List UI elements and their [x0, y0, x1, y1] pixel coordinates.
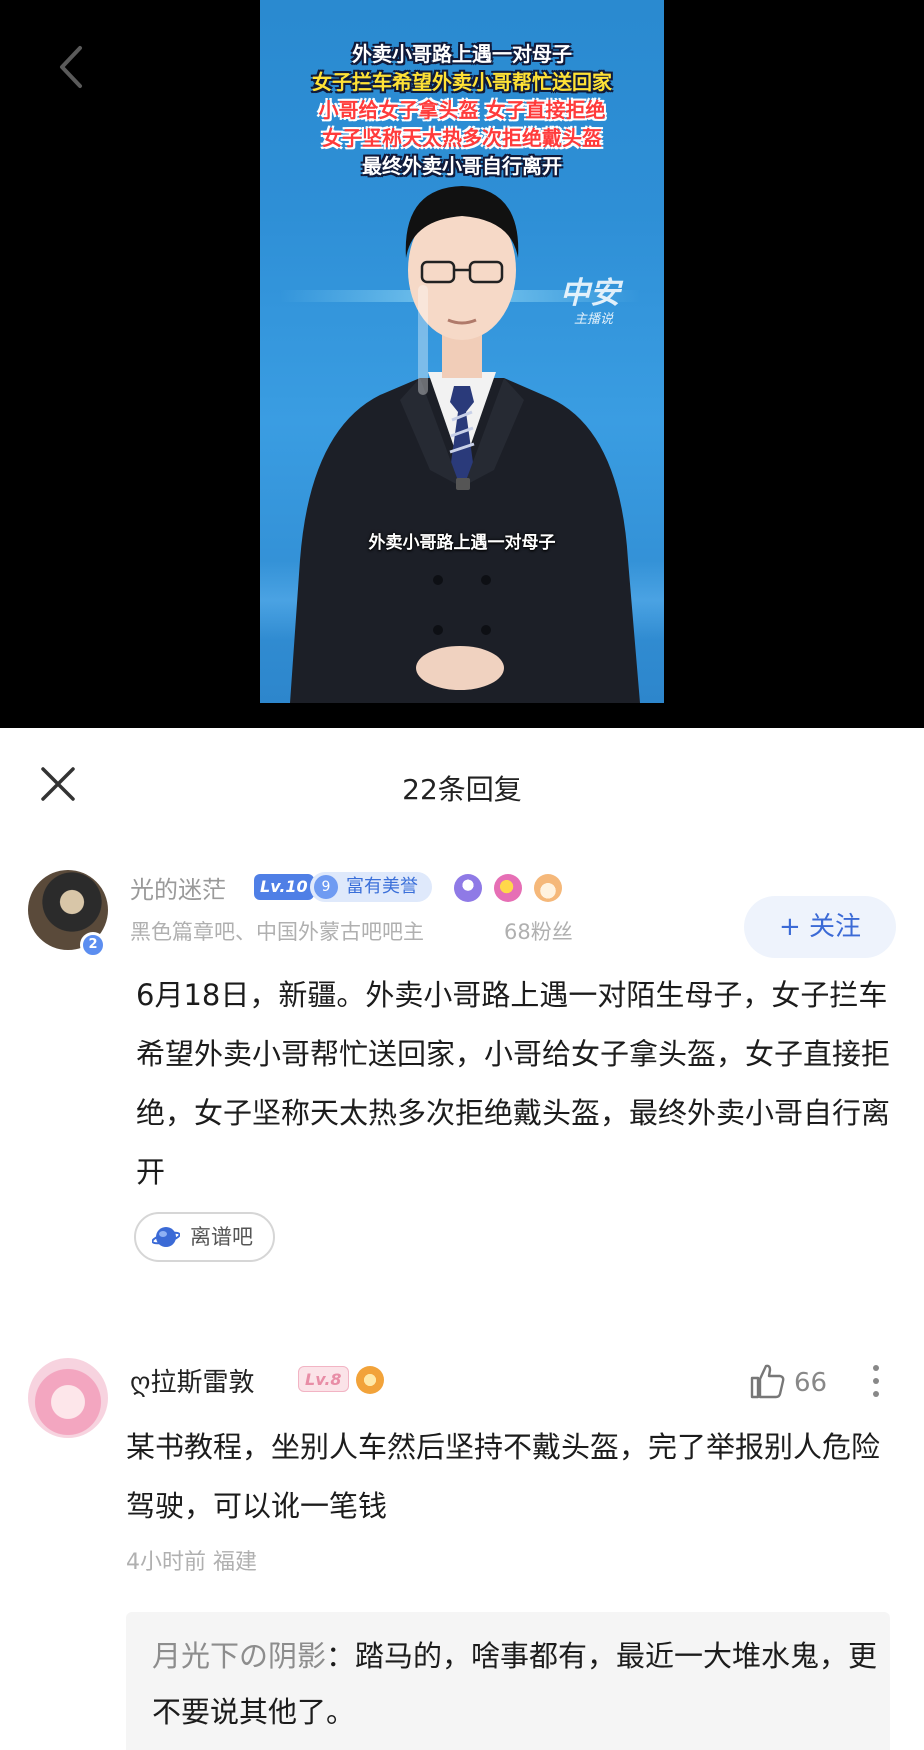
honor-badge[interactable]: 9 富有美誉 [310, 872, 432, 902]
like-count: 66 [794, 1368, 828, 1398]
username[interactable]: ღ拉斯雷敦 [130, 1362, 254, 1399]
caption-line-2: 女子拦车希望外卖小哥帮忙送回家 [312, 70, 612, 94]
forum-tag-chip[interactable]: 离谱吧 [134, 1212, 275, 1262]
follow-button[interactable]: + 关注 [744, 896, 896, 958]
rabbit-badge-icon[interactable] [534, 874, 562, 902]
forum-tag-label: 离谱吧 [190, 1225, 253, 1249]
panel-header: 22条回复 [0, 728, 924, 838]
sub-reply-separator: ： [326, 1639, 356, 1673]
level-badge: Lv.8 [298, 1366, 349, 1392]
fans-count: 68粉丝 [504, 920, 573, 944]
watermark-main: 中安 [560, 276, 620, 311]
video-frame[interactable]: 外卖小哥路上遇一对母子 女子拦车希望外卖小哥帮忙送回家 小哥给女子拿头盔 女子直… [260, 0, 664, 703]
thumbs-up-icon [750, 1364, 785, 1399]
video-subtitle: 外卖小哥路上遇一对母子 [368, 533, 556, 553]
video-caption-block: 外卖小哥路上遇一对母子 女子拦车希望外卖小哥帮忙送回家 小哥给女子拿头盔 女子直… [260, 40, 664, 180]
honor-number: 9 [314, 875, 338, 899]
more-options-icon[interactable] [862, 1356, 890, 1406]
caption-line-1: 外卖小哥路上遇一对母子 [352, 42, 572, 66]
panel-title: 22条回复 [402, 773, 522, 806]
reply-panel: 22条回复 2 光的迷茫 Lv.10 9 富有美誉 黑色篇章吧、中国外蒙古吧吧主… [0, 728, 924, 1750]
avatar-level-badge: 2 [80, 932, 106, 958]
planet-icon [152, 1227, 180, 1247]
honor-label: 富有美誉 [346, 876, 418, 897]
progress-handle[interactable] [418, 285, 428, 395]
reply-text: 某书教程，坐别人车然后坚持不戴头盔，完了举报别人危险驾驶，可以讹一笔钱 [126, 1430, 881, 1523]
badge-icon-1[interactable] [454, 874, 482, 902]
avatar[interactable] [28, 1358, 108, 1438]
channel-watermark: 中安 主播说 [560, 268, 620, 327]
badge-icon-2[interactable] [494, 874, 522, 902]
caption-line-5: 最终外卖小哥自行离开 [362, 154, 562, 178]
level-badge: Lv.10 [254, 874, 314, 900]
username[interactable]: 光的迷茫 [130, 870, 226, 905]
back-chevron-icon[interactable] [52, 42, 92, 92]
sub-reply-content: 月光下の阴影：踏马的，啥事都有，最近一大堆水鬼，更不要说其他了。 [152, 1628, 882, 1740]
reply-meta: 4小时前 福建 [126, 1550, 257, 1575]
video-player[interactable]: 外卖小哥路上遇一对母子 女子拦车希望外卖小哥帮忙送回家 小哥给女子拿头盔 女子直… [0, 0, 924, 728]
post-text: 6月18日，新疆。外卖小哥路上遇一对陌生母子，女子拦车希望外卖小哥帮忙送回家，小… [136, 978, 891, 1189]
forum-roles: 黑色篇章吧、中国外蒙古吧吧主 [130, 920, 424, 944]
caption-line-4: 女子坚称天太热多次拒绝戴头盔 [322, 126, 602, 150]
game-badge-icon[interactable] [356, 1366, 384, 1394]
caption-line-3: 小哥给女子拿头盔 女子直接拒绝 [318, 98, 606, 122]
sub-reply[interactable]: 月光下の阴影：踏马的，啥事都有，最近一大堆水鬼，更不要说其他了。 [126, 1612, 890, 1750]
sub-reply-author[interactable]: 月光下の阴影 [152, 1639, 326, 1673]
